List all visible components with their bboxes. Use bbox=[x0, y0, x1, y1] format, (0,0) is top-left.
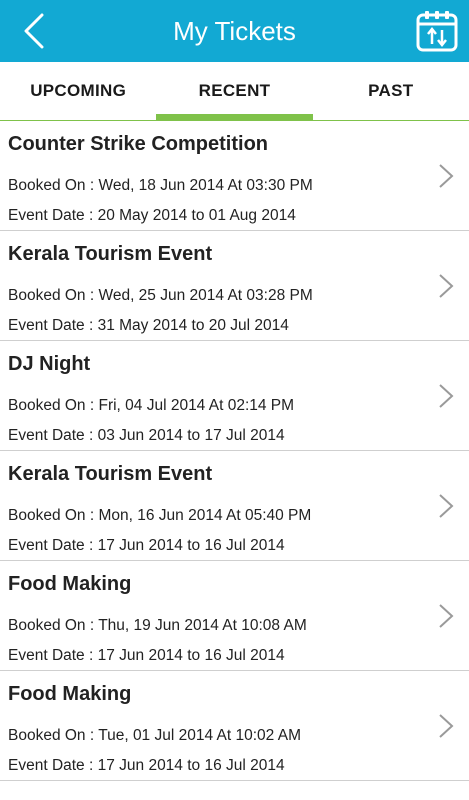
booked-on-text: Booked On : Tue, 01 Jul 2014 At 10:02 AM bbox=[8, 727, 301, 744]
chevron-right-icon bbox=[439, 604, 454, 628]
booked-on-text: Booked On : Thu, 19 Jun 2014 At 10:08 AM bbox=[8, 617, 307, 634]
ticket-name: Kerala Tourism Event bbox=[8, 463, 213, 485]
event-date-text: Event Date : 17 Jun 2014 to 16 Jul 2014 bbox=[8, 647, 285, 664]
event-date-text: Event Date : 17 Jun 2014 to 16 Jul 2014 bbox=[8, 757, 285, 774]
event-date-text: Event Date : 17 Jun 2014 to 16 Jul 2014 bbox=[8, 537, 285, 554]
calendar-sort-icon bbox=[416, 11, 458, 52]
booked-on-text: Booked On : Fri, 04 Jul 2014 At 02:14 PM bbox=[8, 397, 295, 414]
chevron-right-icon bbox=[439, 494, 454, 518]
chevron-right-icon bbox=[439, 714, 454, 738]
top-bar: My Tickets bbox=[0, 0, 469, 62]
tab-bar: UPCOMING RECENT PAST bbox=[0, 62, 469, 121]
ticket-list: Counter Strike Competition Booked On : W… bbox=[0, 121, 469, 781]
event-date-text: Event Date : 20 May 2014 to 01 Aug 2014 bbox=[8, 207, 296, 224]
tab-upcoming[interactable]: UPCOMING bbox=[0, 62, 156, 120]
chevron-right-icon bbox=[439, 384, 454, 408]
ticket-item[interactable]: Food Making Booked On : Thu, 19 Jun 2014… bbox=[0, 561, 469, 671]
ticket-name: Food Making bbox=[8, 573, 132, 595]
ticket-item[interactable]: DJ Night Booked On : Fri, 04 Jul 2014 At… bbox=[0, 341, 469, 451]
calendar-sort-button[interactable] bbox=[415, 9, 459, 53]
page-title: My Tickets bbox=[173, 16, 296, 46]
booked-on-text: Booked On : Wed, 25 Jun 2014 At 03:28 PM bbox=[8, 287, 313, 304]
ticket-item[interactable]: Counter Strike Competition Booked On : W… bbox=[0, 121, 469, 231]
ticket-name: Counter Strike Competition bbox=[8, 133, 269, 155]
tab-past[interactable]: PAST bbox=[313, 62, 469, 120]
chevron-right-icon bbox=[439, 274, 454, 298]
event-date-text: Event Date : 31 May 2014 to 20 Jul 2014 bbox=[8, 317, 289, 334]
event-date-text: Event Date : 03 Jun 2014 to 17 Jul 2014 bbox=[8, 427, 285, 444]
booked-on-text: Booked On : Wed, 18 Jun 2014 At 03:30 PM bbox=[8, 177, 313, 194]
ticket-name: DJ Night bbox=[8, 353, 91, 375]
booked-on-text: Booked On : Mon, 16 Jun 2014 At 05:40 PM bbox=[8, 507, 312, 524]
chevron-right-icon bbox=[439, 164, 454, 188]
ticket-item[interactable]: Kerala Tourism Event Booked On : Mon, 16… bbox=[0, 451, 469, 561]
ticket-name: Kerala Tourism Event bbox=[8, 243, 213, 265]
tab-recent[interactable]: RECENT bbox=[156, 62, 313, 120]
ticket-item[interactable]: Food Making Booked On : Tue, 01 Jul 2014… bbox=[0, 671, 469, 781]
ticket-name: Food Making bbox=[8, 683, 132, 705]
ticket-item[interactable]: Kerala Tourism Event Booked On : Wed, 25… bbox=[0, 231, 469, 341]
